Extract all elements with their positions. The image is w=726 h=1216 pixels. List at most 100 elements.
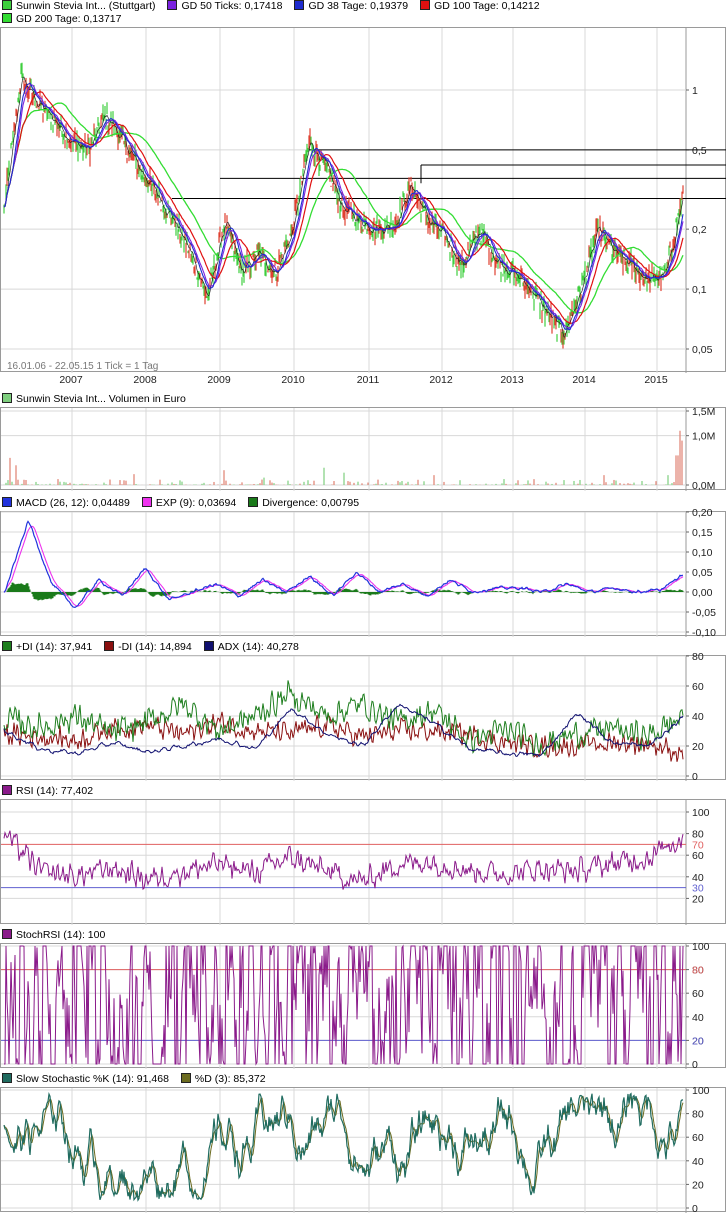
stochrsi-upper-label: 80 [692,965,704,977]
x-tick-label: 2015 [644,374,668,386]
legend-swatch [2,641,12,651]
volume-legend-item: Sunwin Stevia Int... Volumen in Euro [0,393,186,406]
volume-chart-svg: 1,5M 1,0M 0,0M [1,406,715,492]
legend-swatch [2,1073,12,1083]
y-tick-label: 0,05 [692,567,713,579]
stochrsi-chart-svg: 1008060402008020 [1,941,710,1071]
legend-label: StochRSI (14): 100 [16,929,106,941]
legend-label: %D (3): 85,372 [194,1073,266,1085]
macd-legend-item: MACD (26, 12): 0,04489 [0,497,130,510]
x-tick-label: 2008 [133,374,157,386]
y-tick-label: 1 [692,85,698,97]
legend-swatch [203,641,214,651]
legend-swatch [2,497,12,507]
y-tick-label: 0,10 [692,547,713,559]
legend-label: GD 38 Tage: 0,19379 [308,0,409,12]
price-chart-panel: 1 0,5 0,2 0,1 0,05 16.01.06 - 22.05.15 1 Tick… [0,27,726,373]
y-tick-label: 20 [692,1179,704,1191]
price-legend-row2: GD 200 Tage: 0,13717 [0,13,131,26]
stochrsi-chart-panel: 100 80 60 40 20 0 80 20 [0,941,726,1071]
dmi-legend-item: +DI (14): 37,941 [0,641,92,654]
stochrsi-legend-item: StochRSI (14): 100 [0,929,105,942]
y-tick-label: 80 [692,1109,704,1121]
legend-label: EXP (9): 0,03694 [155,497,237,509]
legend-swatch [2,13,12,23]
volume-legend: Sunwin Stevia Int... Volumen in Euro [0,393,196,406]
y-tick-label: 1,5M [692,406,715,418]
stoch-chart-svg: 100 80 60 40 20 0 [1,1085,710,1215]
legend-label: Sunwin Stevia Int... Volumen in Euro [16,393,186,405]
legend-swatch [2,929,12,939]
legend-swatch [2,785,12,795]
y-tick-label: 40 [692,711,704,723]
y-tick-label: 0 [692,771,698,783]
price-legend: Sunwin Stevia Int... (Stuttgart) GD 50 Ti… [0,0,550,13]
y-tick-label: 100 [692,1085,710,1097]
x-tick-label: 2011 [357,374,380,386]
y-tick-label: 0 [692,1059,698,1071]
y-tick-label: 40 [692,1156,704,1168]
legend-swatch [104,641,115,651]
price-chart-svg: 1 0,5 0,2 0,1 0,05 16.01.06 - 22.05.15 1 Tick… [1,28,726,373]
y-tick-label: 0,1 [692,284,707,296]
macd-legend-item: EXP (9): 0,03694 [140,497,236,510]
legend-swatch [141,497,152,507]
legend-label: Slow Stochastic %K (14): 91,468 [16,1073,169,1085]
legend-swatch [180,1073,191,1083]
stoch-legend-item: %D (3): 85,372 [179,1073,266,1086]
y-tick-label: 60 [692,850,704,862]
y-tick-label: 0,00 [692,587,713,599]
price-legend-item: GD 100 Tage: 0,14212 [418,0,540,13]
y-tick-label: -0,10 [692,627,716,639]
y-tick-label: 80 [692,651,704,663]
rsi-line [3,830,684,891]
stoch-legend: Slow Stochastic %K (14): 91,468 %D (3): 8… [0,1073,276,1086]
dmi-legend: +DI (14): 37,941 -DI (14): 14,894 ADX (14)… [0,641,309,654]
y-tick-label: 0,20 [692,507,713,519]
legend-label: GD 100 Tage: 0,14212 [434,0,540,12]
y-tick-label: 0,0M [692,480,715,492]
legend-swatch [2,0,12,10]
stochrsi-legend: StochRSI (14): 100 [0,929,115,942]
dmi-chart-svg: 80 60 40 20 0 [1,651,704,783]
legend-swatch [294,0,305,10]
stoch-legend-item: Slow Stochastic %K (14): 91,468 [0,1073,169,1086]
legend-label: Divergence: 0,00795 [262,497,360,509]
y-tick-label: 0,5 [692,145,707,157]
macd-legend-item: Divergence: 0,00795 [246,497,359,510]
y-tick-label: 20 [692,741,704,753]
legend-label: ADX (14): 40,278 [217,641,299,653]
x-tick-label: 2012 [429,374,453,386]
x-tick-label: 2013 [500,374,524,386]
dmi-chart-panel: 80 60 40 20 0 [0,651,726,783]
legend-swatch [2,393,12,403]
dmi-legend-item: ADX (14): 40,278 [202,641,299,654]
y-tick-label: 100 [692,807,710,819]
y-tick-label: 40 [692,1012,704,1024]
price-legend-item: GD 200 Tage: 0,13717 [0,13,121,26]
macd-chart-svg: 0,20 0,15 0,10 0,05 0,00 -0,05 -0,10 [1,507,716,639]
legend-swatch [167,0,178,10]
legend-label: GD 200 Tage: 0,13717 [16,13,122,25]
y-tick-label: 100 [692,941,710,953]
y-tick-label: 60 [692,681,704,693]
macd-legend: MACD (26, 12): 0,04489 EXP (9): 0,03694 Di… [0,497,369,510]
y-tick-label: 0 [692,1203,698,1215]
y-tick-label: -0,05 [692,607,716,619]
legend-label: -DI (14): 14,894 [118,641,192,653]
legend-swatch [248,497,259,507]
rsi-chart-svg: 100806040207030 [1,800,710,925]
rsi-upper-label: 70 [692,839,704,851]
legend-label: RSI (14): 77,402 [16,785,94,797]
legend-swatch [420,0,431,10]
rsi-lower-label: 30 [692,883,704,895]
dmi-legend-item: -DI (14): 14,894 [102,641,192,654]
y-tick-label: 60 [692,988,704,1000]
legend-label: Sunwin Stevia Int... (Stuttgart) [16,0,156,12]
y-tick-label: 60 [692,1132,704,1144]
legend-label: +DI (14): 37,941 [16,641,93,653]
y-tick-label: 0,05 [692,344,713,356]
rsi-chart-panel: 100 80 60 40 20 70 30 [0,799,726,925]
y-tick-label: 0,15 [692,527,713,539]
date-range-label: 16.01.06 - 22.05.15 1 Tick = 1 Tag [7,361,158,372]
